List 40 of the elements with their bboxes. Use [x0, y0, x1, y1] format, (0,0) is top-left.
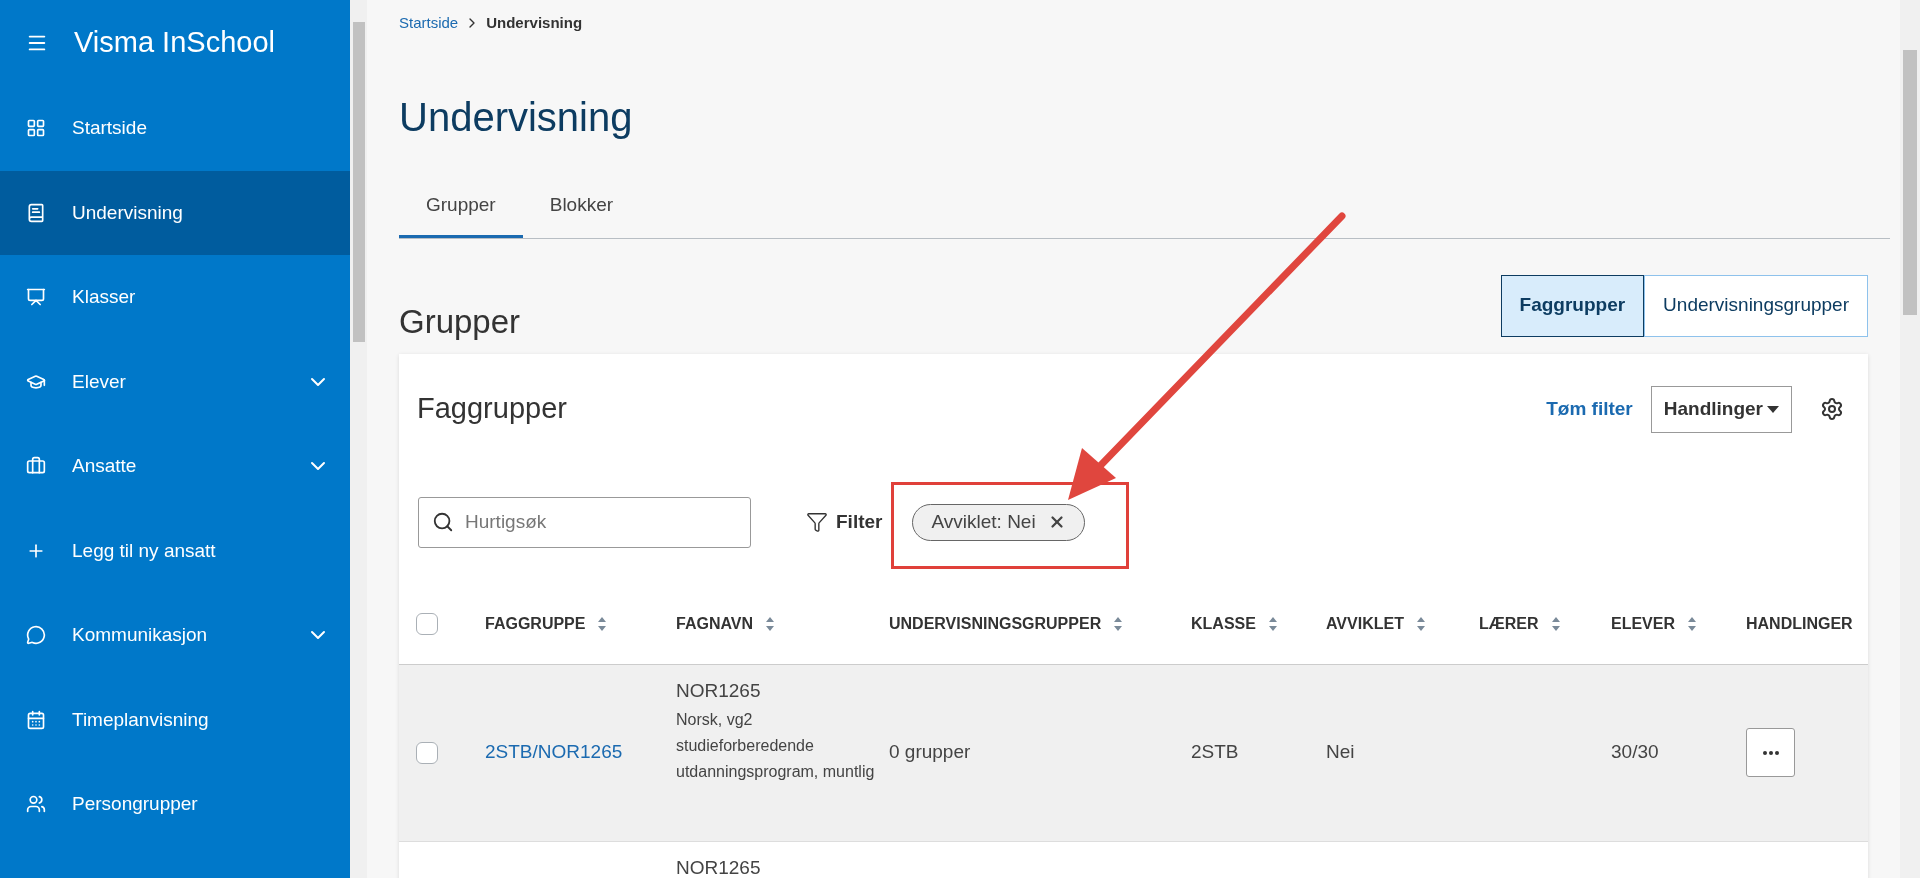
toggle-button[interactable]: Undervisningsgrupper [1644, 274, 1868, 337]
sidebar-item[interactable]: Kommunikasjon [0, 593, 350, 678]
column-header[interactable]: LÆRER [1479, 584, 1611, 664]
filter-chip[interactable]: Avviklet: Nei [912, 503, 1085, 541]
filter-button[interactable]: Filter [806, 507, 883, 537]
tab[interactable]: Grupper [399, 176, 523, 238]
table-cell: 0 grupper [889, 741, 971, 763]
column-header[interactable]: UNDERVISNINGSGRUPPER [889, 584, 1191, 664]
sidebar-item[interactable]: Legg til ny ansatt [0, 508, 350, 593]
breadcrumb-link[interactable]: Startside [399, 12, 459, 35]
clear-filter-link[interactable]: Tøm filter [1546, 394, 1633, 424]
actions-dropdown[interactable]: Handlinger [1650, 385, 1792, 433]
column-header[interactable]: FAGGRUPPE [485, 584, 676, 664]
column-header[interactable]: AVVIKLET [1326, 584, 1479, 664]
search-field[interactable]: Hurtigsøk [418, 496, 751, 548]
page-title: Undervisning [399, 93, 634, 141]
toggle-button[interactable]: Faggrupper [1500, 274, 1645, 337]
tab[interactable]: Blokker [522, 176, 641, 238]
column-header: HANDLINGER [1746, 614, 1854, 634]
sidebar-item[interactable]: Persongrupper [0, 762, 350, 847]
column-header[interactable]: KLASSE [1191, 584, 1326, 664]
breadcrumb-current: Undervisning [486, 13, 583, 33]
subject-name: Norsk, vg2 studieforberedende utdanningsprogram, muntlig [676, 710, 876, 782]
sidebar-item[interactable]: Klasser [0, 255, 350, 340]
column-header[interactable]: ELEVER [1611, 584, 1746, 664]
column-header[interactable]: FAGNAVN [676, 584, 889, 664]
subject-code: NOR1265 [676, 678, 762, 703]
sidebar-item[interactable]: Elever [0, 339, 350, 424]
sidebar-item[interactable]: Startside [0, 86, 350, 171]
table-cell: 2STB [1191, 741, 1239, 763]
sidebar-item[interactable]: Timeplanvisning [0, 677, 350, 762]
table-cell: 30/30 [1611, 741, 1659, 763]
app-title: Visma InSchool [74, 25, 275, 61]
table-cell: Nei [1326, 741, 1355, 763]
subject-code: NOR1265 [676, 855, 762, 878]
sidebar-item[interactable]: Ansatte [0, 424, 350, 509]
group-link[interactable]: 2STB/NOR1265 [485, 741, 623, 763]
card-title: Faggrupper [417, 391, 567, 427]
section-title: Grupper [399, 302, 521, 342]
sidebar-item[interactable]: Undervisning [0, 170, 350, 255]
